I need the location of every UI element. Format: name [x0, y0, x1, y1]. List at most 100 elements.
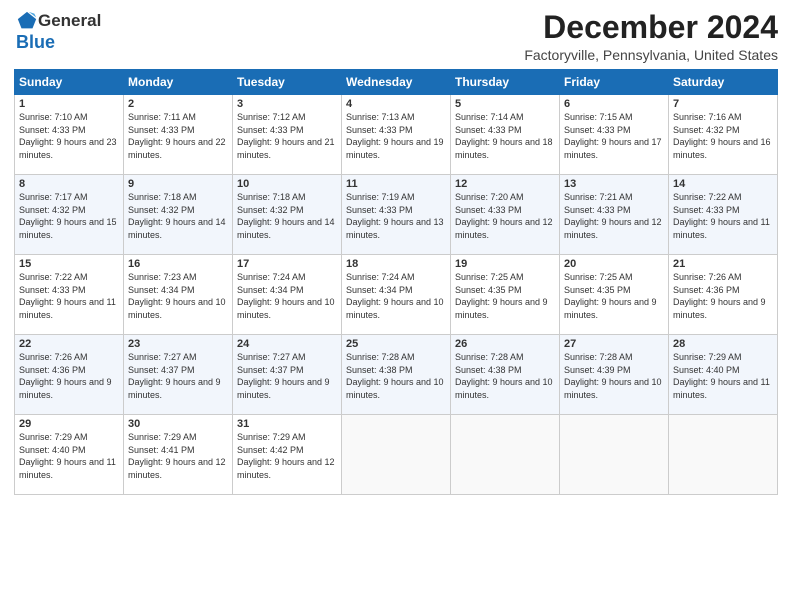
day-number: 7: [673, 98, 773, 110]
calendar-cell: 11Sunrise: 7:19 AMSunset: 4:33 PMDayligh…: [342, 175, 451, 255]
calendar-cell: 20Sunrise: 7:25 AMSunset: 4:35 PMDayligh…: [560, 255, 669, 335]
calendar-cell: 2Sunrise: 7:11 AMSunset: 4:33 PMDaylight…: [124, 95, 233, 175]
calendar-cell: 26Sunrise: 7:28 AMSunset: 4:38 PMDayligh…: [451, 335, 560, 415]
calendar-cell: 7Sunrise: 7:16 AMSunset: 4:32 PMDaylight…: [669, 95, 778, 175]
calendar-cell: [342, 415, 451, 495]
logo-text-blue: Blue: [16, 32, 55, 53]
day-info: Sunrise: 7:22 AMSunset: 4:33 PMDaylight:…: [19, 271, 119, 321]
subtitle: Factoryville, Pennsylvania, United State…: [524, 47, 778, 63]
title-block: December 2024 Factoryville, Pennsylvania…: [524, 10, 778, 63]
calendar-cell: 3Sunrise: 7:12 AMSunset: 4:33 PMDaylight…: [233, 95, 342, 175]
calendar-cell: 27Sunrise: 7:28 AMSunset: 4:39 PMDayligh…: [560, 335, 669, 415]
calendar-cell: 28Sunrise: 7:29 AMSunset: 4:40 PMDayligh…: [669, 335, 778, 415]
main-title: December 2024: [524, 10, 778, 45]
col-header-friday: Friday: [560, 70, 669, 95]
logo: General Blue: [14, 10, 101, 53]
calendar-cell: 30Sunrise: 7:29 AMSunset: 4:41 PMDayligh…: [124, 415, 233, 495]
day-info: Sunrise: 7:18 AMSunset: 4:32 PMDaylight:…: [128, 191, 228, 241]
day-number: 6: [564, 98, 664, 110]
calendar-cell: 12Sunrise: 7:20 AMSunset: 4:33 PMDayligh…: [451, 175, 560, 255]
logo-text-general: General: [38, 11, 101, 31]
calendar-cell: 18Sunrise: 7:24 AMSunset: 4:34 PMDayligh…: [342, 255, 451, 335]
day-number: 26: [455, 338, 555, 350]
calendar-cell: 23Sunrise: 7:27 AMSunset: 4:37 PMDayligh…: [124, 335, 233, 415]
day-number: 16: [128, 258, 228, 270]
day-number: 2: [128, 98, 228, 110]
col-header-tuesday: Tuesday: [233, 70, 342, 95]
header: General Blue December 2024 Factoryville,…: [14, 10, 778, 63]
calendar-cell: 6Sunrise: 7:15 AMSunset: 4:33 PMDaylight…: [560, 95, 669, 175]
day-info: Sunrise: 7:10 AMSunset: 4:33 PMDaylight:…: [19, 111, 119, 161]
day-info: Sunrise: 7:21 AMSunset: 4:33 PMDaylight:…: [564, 191, 664, 241]
day-number: 13: [564, 178, 664, 190]
col-header-wednesday: Wednesday: [342, 70, 451, 95]
day-number: 25: [346, 338, 446, 350]
day-info: Sunrise: 7:26 AMSunset: 4:36 PMDaylight:…: [19, 351, 119, 401]
day-info: Sunrise: 7:19 AMSunset: 4:33 PMDaylight:…: [346, 191, 446, 241]
calendar-cell: 19Sunrise: 7:25 AMSunset: 4:35 PMDayligh…: [451, 255, 560, 335]
day-number: 30: [128, 418, 228, 430]
calendar-cell: [560, 415, 669, 495]
day-number: 9: [128, 178, 228, 190]
calendar-cell: 9Sunrise: 7:18 AMSunset: 4:32 PMDaylight…: [124, 175, 233, 255]
day-info: Sunrise: 7:22 AMSunset: 4:33 PMDaylight:…: [673, 191, 773, 241]
calendar-cell: [669, 415, 778, 495]
day-info: Sunrise: 7:27 AMSunset: 4:37 PMDaylight:…: [237, 351, 337, 401]
calendar-cell: 13Sunrise: 7:21 AMSunset: 4:33 PMDayligh…: [560, 175, 669, 255]
day-number: 1: [19, 98, 119, 110]
calendar-cell: 16Sunrise: 7:23 AMSunset: 4:34 PMDayligh…: [124, 255, 233, 335]
calendar-cell: [451, 415, 560, 495]
day-info: Sunrise: 7:16 AMSunset: 4:32 PMDaylight:…: [673, 111, 773, 161]
day-info: Sunrise: 7:28 AMSunset: 4:38 PMDaylight:…: [346, 351, 446, 401]
day-info: Sunrise: 7:11 AMSunset: 4:33 PMDaylight:…: [128, 111, 228, 161]
day-number: 4: [346, 98, 446, 110]
logo-icon: [16, 10, 38, 32]
day-number: 17: [237, 258, 337, 270]
calendar-cell: 1Sunrise: 7:10 AMSunset: 4:33 PMDaylight…: [15, 95, 124, 175]
day-number: 11: [346, 178, 446, 190]
day-info: Sunrise: 7:26 AMSunset: 4:36 PMDaylight:…: [673, 271, 773, 321]
col-header-monday: Monday: [124, 70, 233, 95]
calendar-week-5: 29Sunrise: 7:29 AMSunset: 4:40 PMDayligh…: [15, 415, 778, 495]
day-info: Sunrise: 7:29 AMSunset: 4:40 PMDaylight:…: [673, 351, 773, 401]
calendar-cell: 22Sunrise: 7:26 AMSunset: 4:36 PMDayligh…: [15, 335, 124, 415]
day-number: 23: [128, 338, 228, 350]
day-number: 14: [673, 178, 773, 190]
day-info: Sunrise: 7:29 AMSunset: 4:41 PMDaylight:…: [128, 431, 228, 481]
day-info: Sunrise: 7:28 AMSunset: 4:38 PMDaylight:…: [455, 351, 555, 401]
day-info: Sunrise: 7:15 AMSunset: 4:33 PMDaylight:…: [564, 111, 664, 161]
day-info: Sunrise: 7:20 AMSunset: 4:33 PMDaylight:…: [455, 191, 555, 241]
calendar-week-2: 8Sunrise: 7:17 AMSunset: 4:32 PMDaylight…: [15, 175, 778, 255]
day-info: Sunrise: 7:18 AMSunset: 4:32 PMDaylight:…: [237, 191, 337, 241]
day-info: Sunrise: 7:17 AMSunset: 4:32 PMDaylight:…: [19, 191, 119, 241]
day-number: 5: [455, 98, 555, 110]
calendar-cell: 10Sunrise: 7:18 AMSunset: 4:32 PMDayligh…: [233, 175, 342, 255]
logo-line1: General: [14, 10, 101, 32]
day-info: Sunrise: 7:12 AMSunset: 4:33 PMDaylight:…: [237, 111, 337, 161]
day-number: 27: [564, 338, 664, 350]
day-number: 8: [19, 178, 119, 190]
day-number: 10: [237, 178, 337, 190]
calendar-cell: 5Sunrise: 7:14 AMSunset: 4:33 PMDaylight…: [451, 95, 560, 175]
day-info: Sunrise: 7:25 AMSunset: 4:35 PMDaylight:…: [564, 271, 664, 321]
day-info: Sunrise: 7:14 AMSunset: 4:33 PMDaylight:…: [455, 111, 555, 161]
day-info: Sunrise: 7:13 AMSunset: 4:33 PMDaylight:…: [346, 111, 446, 161]
day-info: Sunrise: 7:25 AMSunset: 4:35 PMDaylight:…: [455, 271, 555, 321]
calendar-cell: 4Sunrise: 7:13 AMSunset: 4:33 PMDaylight…: [342, 95, 451, 175]
col-header-sunday: Sunday: [15, 70, 124, 95]
day-number: 3: [237, 98, 337, 110]
calendar-cell: 29Sunrise: 7:29 AMSunset: 4:40 PMDayligh…: [15, 415, 124, 495]
day-number: 20: [564, 258, 664, 270]
calendar-cell: 24Sunrise: 7:27 AMSunset: 4:37 PMDayligh…: [233, 335, 342, 415]
day-number: 29: [19, 418, 119, 430]
day-number: 24: [237, 338, 337, 350]
day-info: Sunrise: 7:29 AMSunset: 4:42 PMDaylight:…: [237, 431, 337, 481]
calendar: SundayMondayTuesdayWednesdayThursdayFrid…: [14, 69, 778, 495]
calendar-week-4: 22Sunrise: 7:26 AMSunset: 4:36 PMDayligh…: [15, 335, 778, 415]
calendar-cell: 8Sunrise: 7:17 AMSunset: 4:32 PMDaylight…: [15, 175, 124, 255]
calendar-cell: 25Sunrise: 7:28 AMSunset: 4:38 PMDayligh…: [342, 335, 451, 415]
day-info: Sunrise: 7:28 AMSunset: 4:39 PMDaylight:…: [564, 351, 664, 401]
calendar-cell: 15Sunrise: 7:22 AMSunset: 4:33 PMDayligh…: [15, 255, 124, 335]
day-info: Sunrise: 7:27 AMSunset: 4:37 PMDaylight:…: [128, 351, 228, 401]
day-info: Sunrise: 7:23 AMSunset: 4:34 PMDaylight:…: [128, 271, 228, 321]
